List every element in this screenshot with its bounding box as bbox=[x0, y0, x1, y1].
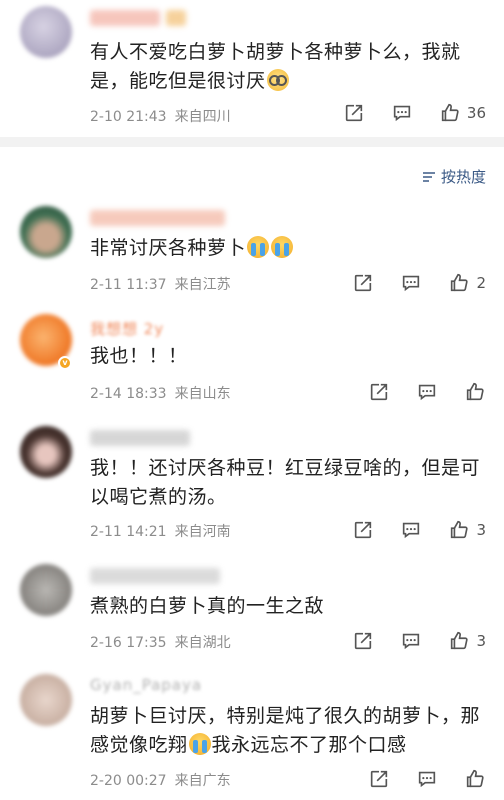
share-button[interactable] bbox=[352, 272, 374, 294]
comment-location: 来自河南 bbox=[174, 524, 231, 540]
username[interactable]: Gyan_Papaya bbox=[90, 676, 202, 694]
share-button[interactable] bbox=[352, 519, 374, 541]
comment-location: 来自广东 bbox=[174, 773, 231, 789]
comment-icon bbox=[418, 771, 436, 788]
comment-actions: 36 bbox=[317, 102, 486, 124]
comment-item: 非常讨厌各种萝卜 2-11 11:37 来自江苏 2 bbox=[0, 200, 504, 300]
comment-item: 有人不爱吃白萝卜胡萝卜各种萝卜么，我就是，能吃但是很讨厌 2-10 21:43 来… bbox=[0, 0, 504, 137]
avatar[interactable] bbox=[20, 564, 72, 616]
section-divider bbox=[0, 137, 504, 147]
comment-time: 2-10 21:43 bbox=[90, 109, 167, 125]
like-count: 3 bbox=[476, 632, 486, 650]
share-button[interactable] bbox=[343, 102, 365, 124]
comment-item: v 我想想 2y 我也！！！ 2-14 18:33 来自山东 bbox=[0, 308, 504, 408]
comment-time: 2-11 14:21 bbox=[90, 524, 167, 540]
comment-button[interactable] bbox=[400, 272, 422, 294]
comment-icon bbox=[403, 633, 420, 650]
comment-time: 2-16 17:35 bbox=[90, 635, 167, 651]
cry-emoji-icon bbox=[271, 236, 294, 258]
comment-meta: 2-10 21:43 来自四川 bbox=[90, 106, 231, 126]
cry-emoji-icon bbox=[247, 236, 270, 258]
share-button[interactable] bbox=[368, 768, 390, 790]
thumbs-up-icon bbox=[466, 769, 484, 788]
comment-actions bbox=[342, 381, 486, 403]
username-blurred[interactable] bbox=[90, 568, 220, 584]
thumbs-up-icon bbox=[441, 103, 459, 122]
comment-location: 来自山东 bbox=[174, 386, 231, 402]
like-button[interactable]: 36 bbox=[439, 102, 486, 124]
sort-icon bbox=[422, 171, 435, 182]
like-count: 3 bbox=[476, 521, 486, 539]
comment-time: 2-11 11:37 bbox=[90, 277, 167, 293]
comment-meta: 2-11 14:21 来自河南 bbox=[90, 521, 231, 541]
glasses-emoji-icon bbox=[266, 69, 289, 91]
comment-location: 来自湖北 bbox=[174, 635, 231, 651]
avatar[interactable] bbox=[20, 426, 72, 478]
comment-time: 2-20 00:27 bbox=[90, 773, 167, 789]
username-blurred[interactable] bbox=[90, 430, 190, 446]
verified-badge-icon: v bbox=[58, 356, 72, 370]
comment-text: 非常讨厌各种萝卜 bbox=[90, 234, 490, 263]
share-icon bbox=[355, 274, 372, 292]
comment-button[interactable] bbox=[391, 102, 413, 124]
share-icon bbox=[370, 770, 388, 788]
comment-button[interactable] bbox=[400, 519, 422, 541]
comment-meta: 2-20 00:27 来自广东 bbox=[90, 770, 231, 790]
thumbs-up-icon bbox=[451, 631, 469, 650]
comment-meta: 2-11 11:37 来自江苏 bbox=[90, 274, 231, 294]
comment-actions: 2 bbox=[326, 272, 486, 294]
comment-actions: 3 bbox=[326, 519, 486, 541]
like-count: 2 bbox=[476, 274, 486, 292]
like-button[interactable]: 2 bbox=[448, 272, 486, 294]
avatar[interactable] bbox=[20, 674, 72, 726]
comment-meta: 2-14 18:33 来自山东 bbox=[90, 383, 231, 403]
comment-text: 煮熟的白萝卜真的一生之敌 bbox=[90, 595, 325, 617]
thumbs-up-icon bbox=[466, 382, 484, 401]
comment-icon bbox=[418, 384, 436, 401]
comment-button[interactable] bbox=[416, 768, 438, 790]
comment-item: 我！！还讨厌各种豆！红豆绿豆啥的，但是可以喝它煮的汤。 2-11 14:21 来自… bbox=[0, 418, 504, 548]
comment-item: Gyan_Papaya 胡萝卜巨讨厌，特别是炖了很久的胡萝卜，那感觉像吃翔 我永远… bbox=[0, 668, 504, 800]
thumbs-up-icon bbox=[451, 520, 469, 539]
share-icon bbox=[345, 104, 363, 122]
sort-label: 按热度 bbox=[440, 168, 486, 186]
comment-actions: 3 bbox=[326, 630, 486, 652]
comment-icon bbox=[393, 105, 411, 122]
sort-by-popularity-button[interactable]: 按热度 bbox=[421, 166, 486, 187]
comment-text: 我也！！！ bbox=[90, 345, 188, 367]
share-button[interactable] bbox=[368, 381, 390, 403]
comment-actions bbox=[342, 768, 486, 790]
comment-text: 有人不爱吃白萝卜胡萝卜各种萝卜么，我就是，能吃但是很讨厌 bbox=[90, 41, 461, 92]
comment-location: 来自四川 bbox=[174, 109, 231, 125]
cry-emoji-icon bbox=[188, 733, 211, 755]
comment-meta: 2-16 17:35 来自湖北 bbox=[90, 632, 231, 652]
like-count: 36 bbox=[466, 104, 486, 122]
like-button[interactable] bbox=[464, 768, 486, 790]
comment-time: 2-14 18:33 bbox=[90, 386, 167, 402]
username-blurred[interactable] bbox=[90, 210, 225, 226]
username[interactable]: 我想想 2y bbox=[90, 318, 164, 339]
avatar[interactable] bbox=[20, 206, 72, 258]
share-icon bbox=[355, 632, 372, 650]
avatar[interactable] bbox=[20, 6, 72, 58]
like-button[interactable] bbox=[464, 381, 486, 403]
comment-item: 煮熟的白萝卜真的一生之敌 2-16 17:35 来自湖北 3 bbox=[0, 558, 504, 658]
share-icon bbox=[355, 521, 372, 539]
thumbs-up-icon bbox=[451, 273, 469, 292]
share-icon bbox=[370, 383, 388, 401]
comment-icon bbox=[403, 522, 420, 539]
comment-text: 胡萝卜巨讨厌，特别是炖了很久的胡萝卜，那感觉像吃翔 我永远忘不了那个口感 bbox=[90, 705, 481, 756]
comment-button[interactable] bbox=[400, 630, 422, 652]
comment-icon bbox=[403, 275, 420, 292]
like-button[interactable]: 3 bbox=[448, 519, 486, 541]
share-button[interactable] bbox=[352, 630, 374, 652]
username-blurred[interactable] bbox=[90, 10, 160, 26]
comment-button[interactable] bbox=[416, 381, 438, 403]
comment-location: 来自江苏 bbox=[174, 277, 231, 293]
username-blurred-suffix bbox=[166, 10, 186, 26]
like-button[interactable]: 3 bbox=[448, 630, 486, 652]
comment-text: 我！！还讨厌各种豆！红豆绿豆啥的，但是可以喝它煮的汤。 bbox=[90, 457, 481, 508]
